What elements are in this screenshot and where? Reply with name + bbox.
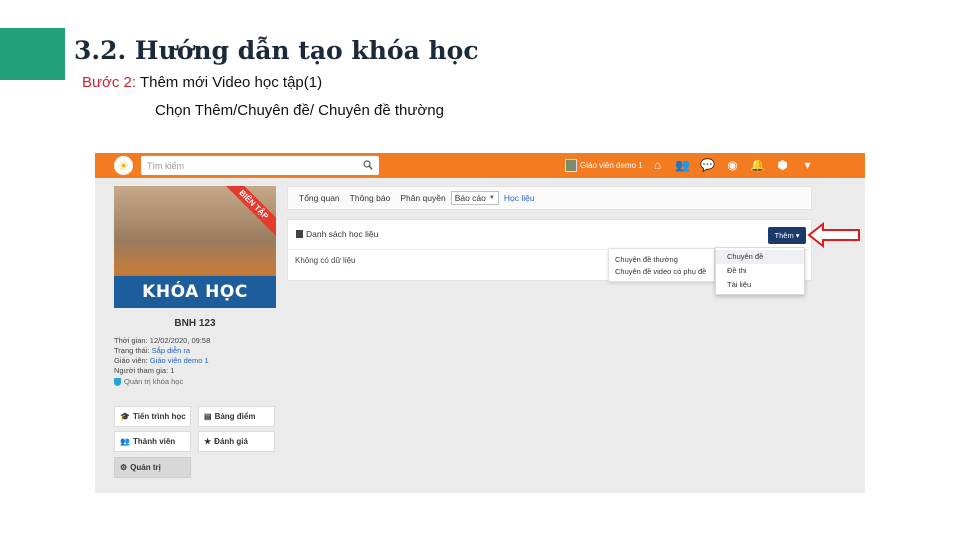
info-status: Trạng thái: Sắp diễn ra bbox=[114, 346, 191, 355]
step-line: Bước 2: Thêm mới Video học tập(1) bbox=[82, 74, 322, 91]
globe-icon[interactable]: ◉ bbox=[725, 157, 740, 173]
panel-heading: Danh sách học liệu bbox=[296, 229, 378, 239]
submenu-item-subtitle-topic[interactable]: Chuyên đề video có phụ đề bbox=[615, 266, 708, 278]
admin-button[interactable]: ⚙ Quản trị bbox=[114, 457, 191, 478]
manage-course-link[interactable]: Quản trị khóa học bbox=[114, 377, 210, 387]
search-box bbox=[141, 156, 379, 175]
add-button-label: Thêm bbox=[774, 231, 794, 240]
menu-item-exam[interactable]: Đề thi bbox=[716, 264, 804, 278]
chat-icon[interactable]: 💬 bbox=[700, 157, 715, 173]
admin-label: Quản trị bbox=[130, 463, 161, 472]
add-button[interactable]: Thêm ▾ bbox=[768, 227, 806, 244]
progress-button[interactable]: 🎓 Tiến trình học bbox=[114, 406, 191, 427]
manage-course-label: Quản trị khóa học bbox=[124, 377, 184, 386]
edit-ribbon: BIÊN TẬP bbox=[219, 186, 276, 238]
info-teacher: Giáo viên: Giáo viên demo 1 bbox=[114, 356, 209, 365]
menu-item-document[interactable]: Tài liệu bbox=[716, 278, 804, 292]
gears-icon: ⚙ bbox=[120, 463, 128, 472]
user-menu[interactable]: Giáo viên demo 1 bbox=[565, 158, 643, 173]
course-cover-image: BIÊN TẬP KHÓA HỌC bbox=[114, 186, 276, 308]
document-icon bbox=[296, 230, 303, 238]
file-icon: ▤ bbox=[204, 412, 212, 421]
panel-title: Danh sách học liệu bbox=[306, 229, 379, 239]
tab-material[interactable]: Học liệu bbox=[499, 193, 540, 203]
star-icon: ★ bbox=[204, 437, 212, 446]
menu-item-topic[interactable]: Chuyên đề bbox=[716, 250, 804, 264]
chevron-down-icon: ▼ bbox=[488, 195, 495, 201]
slide-title: 3.2. Hướng dẫn tạo khóa học bbox=[74, 36, 479, 65]
add-dropdown-menu: Chuyên đề Đề thi Tài liệu bbox=[715, 247, 805, 295]
cube-icon[interactable]: ⬢ bbox=[775, 157, 790, 173]
info-time: Thời gian: 12/02/2020, 09:58 bbox=[114, 336, 211, 345]
instruction-text: Chọn Thêm/Chuyên đề/ Chuyên đề thường bbox=[155, 102, 444, 119]
course-info: Thời gian: 12/02/2020, 09:58 Trạng thái:… bbox=[114, 336, 210, 387]
caret-down-icon[interactable]: ▾ bbox=[800, 157, 815, 173]
empty-state-text: Không có dữ liệu bbox=[295, 256, 356, 265]
top-navbar: ☀ Giáo viên demo 1 ⌂ 👥 💬 ◉ 🔔 ⬢ ▾ bbox=[95, 153, 865, 178]
tab-permission[interactable]: Phân quyền bbox=[395, 193, 450, 203]
top-icon-group: ⌂ 👥 💬 ◉ 🔔 ⬢ ▾ bbox=[650, 157, 815, 173]
shield-icon bbox=[114, 378, 121, 386]
submenu-item-regular-topic[interactable]: Chuyên đề thường bbox=[615, 254, 708, 266]
search-input[interactable] bbox=[147, 156, 357, 175]
users-icon[interactable]: 👥 bbox=[675, 157, 690, 173]
tab-report-select[interactable]: Báo cáo ▼ bbox=[450, 191, 499, 205]
review-label: Đánh giá bbox=[214, 437, 248, 446]
avatar bbox=[565, 159, 577, 172]
step-label: Bước 2: bbox=[82, 74, 137, 91]
search-icon[interactable] bbox=[363, 160, 373, 170]
graduation-cap-icon: 🎓 bbox=[120, 412, 130, 421]
class-code: BNH 123 bbox=[174, 318, 216, 329]
bell-icon[interactable]: 🔔 bbox=[750, 157, 765, 173]
course-tabs: Tổng quan Thông báo Phân quyền Báo cáo ▼… bbox=[287, 186, 812, 210]
slide-accent-bar bbox=[0, 28, 65, 80]
progress-label: Tiến trình học bbox=[132, 412, 186, 421]
members-label: Thành viên bbox=[132, 437, 176, 446]
app-logo[interactable]: ☀ bbox=[114, 156, 133, 175]
users-icon: 👥 bbox=[120, 437, 130, 446]
step-text: Thêm mới Video học tập(1) bbox=[136, 74, 323, 91]
user-name: Giáo viên demo 1 bbox=[580, 161, 643, 170]
tab-overview[interactable]: Tổng quan bbox=[294, 193, 345, 203]
home-icon[interactable]: ⌂ bbox=[650, 157, 665, 173]
members-button[interactable]: 👥 Thành viên bbox=[114, 431, 191, 452]
info-participants: Người tham gia: 1 bbox=[114, 366, 175, 375]
topic-submenu: Chuyên đề thường Chuyên đề video có phụ … bbox=[608, 248, 715, 282]
tab-notice[interactable]: Thông báo bbox=[345, 193, 396, 203]
course-banner: KHÓA HỌC bbox=[114, 276, 276, 308]
pointer-arrow-icon bbox=[807, 222, 860, 248]
grades-label: Bảng điểm bbox=[214, 412, 256, 421]
review-button[interactable]: ★ Đánh giá bbox=[198, 431, 275, 452]
tab-report-label: Báo cáo bbox=[454, 193, 486, 203]
app-screenshot: ☀ Giáo viên demo 1 ⌂ 👥 💬 ◉ 🔔 ⬢ ▾ BIÊN TẬ… bbox=[95, 153, 865, 493]
caret-down-icon: ▾ bbox=[795, 231, 800, 240]
grades-button[interactable]: ▤ Bảng điểm bbox=[198, 406, 275, 427]
